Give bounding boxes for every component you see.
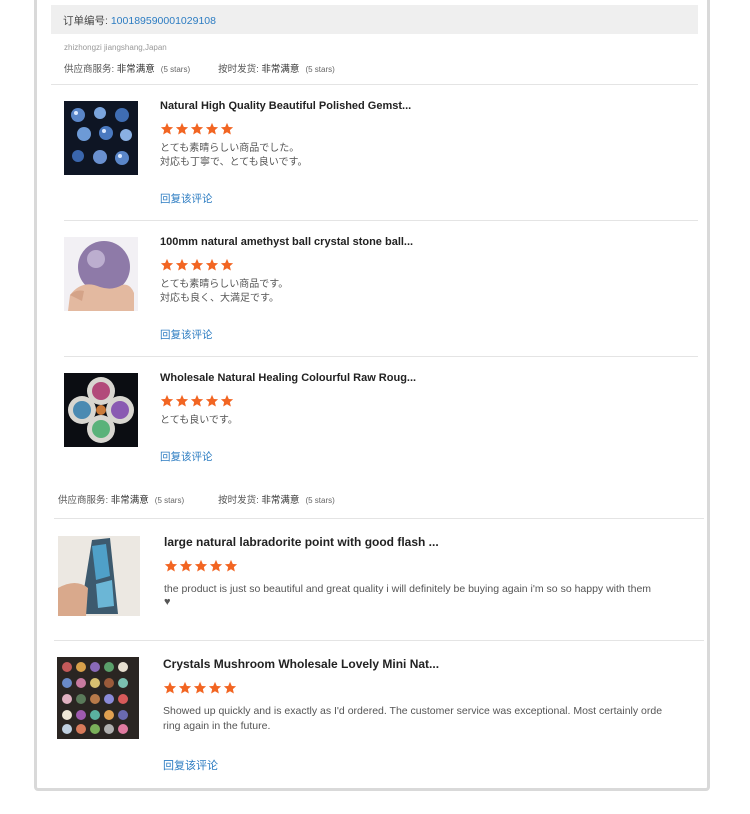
order-number-link[interactable]: 100189590001029108: [111, 15, 216, 27]
product-thumbnail[interactable]: [57, 657, 139, 739]
star-icon: [205, 258, 219, 272]
review-text: Showed up quickly and is exactly as I'd …: [163, 705, 663, 732]
star-icon: [193, 681, 207, 695]
star-icon: [175, 258, 189, 272]
product-thumbnail[interactable]: [64, 237, 138, 311]
buyer-name: zhizhongzi jiangshang,Japan: [64, 43, 167, 52]
divider: [51, 84, 698, 85]
rating-stars: [160, 122, 234, 136]
reply-review-link[interactable]: 回复该评论: [160, 327, 213, 342]
star-icon: [164, 559, 178, 573]
heart-icon: ♥: [164, 596, 171, 608]
crystal-bowls-photo: [64, 373, 138, 447]
star-icon: [160, 122, 174, 136]
product-title[interactable]: Crystals Mushroom Wholesale Lovely Mini …: [163, 657, 439, 671]
rating-stars: [163, 681, 237, 695]
product-title[interactable]: 100mm natural amethyst ball crystal ston…: [160, 236, 413, 248]
star-icon: [190, 258, 204, 272]
order-header: 订单编号: 100189590001029108: [51, 5, 698, 34]
star-icon: [160, 394, 174, 408]
star-icon: [175, 394, 189, 408]
review-text: とても素晴らしい商品でした。 対応も丁寧で、とても良いです。: [160, 143, 308, 168]
review-text: とても素晴らしい商品です。 対応も良く、大満足です。: [160, 279, 289, 304]
divider: [54, 640, 704, 641]
star-icon: [209, 559, 223, 573]
star-icon: [179, 559, 193, 573]
labradorite-point-photo: [58, 536, 140, 616]
star-icon: [194, 559, 208, 573]
product-title[interactable]: Natural High Quality Beautiful Polished …: [160, 100, 411, 112]
star-icon: [224, 559, 238, 573]
crystal-spheres-photo: [64, 101, 138, 175]
star-icon: [205, 122, 219, 136]
star-icon: [223, 681, 237, 695]
star-icon: [175, 122, 189, 136]
product-title[interactable]: large natural labradorite point with goo…: [164, 535, 439, 549]
product-thumbnail[interactable]: [58, 536, 140, 616]
reply-review-link[interactable]: 回复该评论: [163, 757, 218, 773]
star-icon: [163, 681, 177, 695]
reply-review-link[interactable]: 回复该评论: [160, 449, 213, 464]
divider: [54, 518, 704, 519]
order-number-label: 订单编号: 100189590001029108: [63, 15, 216, 27]
crystal-mushrooms-photo: [57, 657, 139, 739]
star-icon: [208, 681, 222, 695]
rating-stars: [164, 559, 238, 573]
divider: [64, 356, 698, 357]
rating-stars: [160, 258, 234, 272]
amethyst-ball-photo: [64, 237, 138, 311]
star-icon: [220, 122, 234, 136]
star-icon: [190, 122, 204, 136]
star-icon: [220, 394, 234, 408]
rating-stars: [160, 394, 234, 408]
product-thumbnail[interactable]: [64, 101, 138, 175]
star-icon: [190, 394, 204, 408]
seller-ratings-2: 供应商服务: 非常满意 (5 stars) 按时发货: 非常满意 (5 stars): [58, 495, 335, 506]
reply-review-link[interactable]: 回复该评论: [160, 191, 213, 206]
divider: [64, 220, 698, 221]
product-thumbnail[interactable]: [64, 373, 138, 447]
star-icon: [178, 681, 192, 695]
seller-ratings-1: 供应商服务: 非常满意 (5 stars) 按时发货: 非常满意 (5 stars): [64, 64, 335, 75]
review-text: とても良いです。: [160, 415, 238, 426]
star-icon: [160, 258, 174, 272]
review-text: the product is just so beautiful and gre…: [164, 583, 652, 595]
star-icon: [205, 394, 219, 408]
star-icon: [220, 258, 234, 272]
product-title[interactable]: Wholesale Natural Healing Colourful Raw …: [160, 372, 416, 384]
